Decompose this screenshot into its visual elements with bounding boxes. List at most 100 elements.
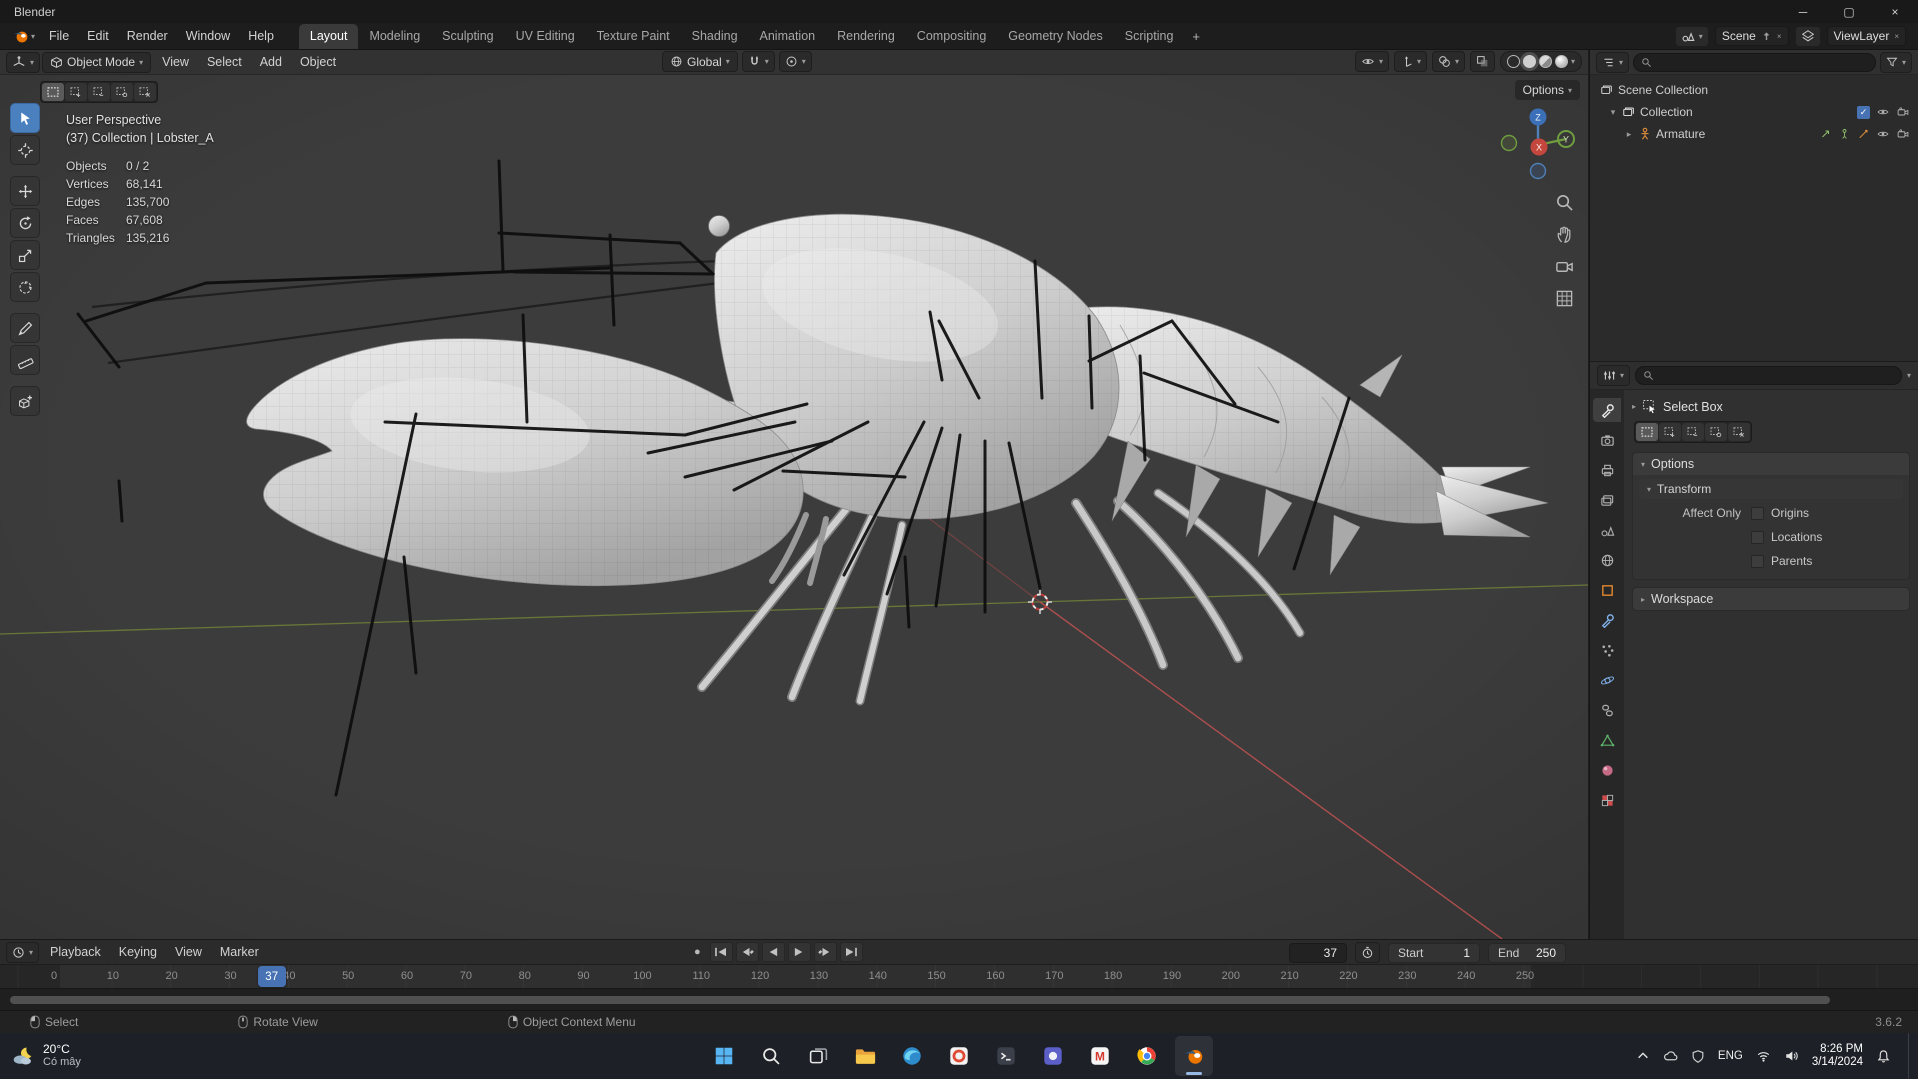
shading-material-button[interactable]: [1538, 55, 1552, 68]
shading-wireframe-button[interactable]: [1506, 55, 1520, 68]
timeline-editor-type-button[interactable]: ▾: [6, 941, 40, 963]
gizmo-z-neg-axis[interactable]: [1529, 162, 1547, 180]
next-keyframe-button[interactable]: [813, 942, 837, 962]
zoom-icon[interactable]: [1555, 193, 1574, 212]
hide-viewport-eye-icon[interactable]: [1876, 106, 1890, 118]
exclude-checkbox[interactable]: ✓: [1857, 105, 1870, 119]
tool-annotate[interactable]: [10, 313, 40, 343]
select-mode-new-button[interactable]: [1636, 423, 1658, 441]
viewport-3d[interactable]: Options ▾ User Perspective (37) Collecti…: [0, 75, 1588, 939]
tool-add-cube[interactable]: [10, 386, 40, 416]
taskbar-app-button-3[interactable]: [1034, 1036, 1072, 1076]
timeline-menu-marker[interactable]: Marker: [211, 940, 268, 965]
tool-rotate[interactable]: [10, 208, 40, 238]
tab-viewlayer-properties[interactable]: [1593, 488, 1621, 512]
outliner-row-armature[interactable]: ▸ Armature: [1590, 123, 1918, 145]
outliner-row-scene-collection[interactable]: Scene Collection: [1590, 79, 1918, 101]
menu-edit[interactable]: Edit: [78, 24, 118, 49]
locations-checkbox[interactable]: [1751, 530, 1764, 544]
jump-to-start-button[interactable]: [709, 942, 733, 962]
workspace-tab-shading[interactable]: Shading: [681, 24, 749, 49]
tab-world-properties[interactable]: [1593, 548, 1621, 572]
disable-render-camera-icon[interactable]: [1896, 128, 1910, 140]
collapse-icon[interactable]: ▾: [1608, 107, 1618, 118]
timeline-scrollbar[interactable]: [10, 996, 1830, 1004]
menu-window[interactable]: Window: [177, 24, 239, 49]
unlink-icon[interactable]: ×: [1894, 32, 1899, 41]
tab-particle-properties[interactable]: [1593, 638, 1621, 662]
playhead[interactable]: 37: [257, 966, 286, 987]
shading-solid-button[interactable]: [1522, 55, 1536, 68]
taskbar-app-button-2[interactable]: [987, 1036, 1025, 1076]
viewport-menu-select[interactable]: Select: [198, 50, 251, 75]
frame-start-field[interactable]: Start 1: [1388, 942, 1480, 963]
taskbar-start-button[interactable]: [705, 1036, 743, 1076]
tab-texture-properties[interactable]: [1593, 788, 1621, 812]
workspace-tab-modeling[interactable]: Modeling: [358, 24, 431, 49]
minimize-button[interactable]: ─: [1780, 0, 1826, 23]
taskbar-app-button-m[interactable]: M: [1081, 1036, 1119, 1076]
gizmos-dropdown[interactable]: ▾: [1393, 51, 1427, 72]
auto-keying-button[interactable]: ●: [694, 946, 701, 958]
taskbar-chrome-button[interactable]: [1128, 1036, 1166, 1076]
use-preview-range-button[interactable]: [1355, 942, 1380, 963]
timeline-menu-view[interactable]: View: [166, 940, 211, 965]
play-button[interactable]: [787, 942, 811, 962]
viewlayer-name-field[interactable]: ViewLayer ×: [1826, 26, 1906, 46]
frame-end-field[interactable]: End 250: [1488, 942, 1566, 963]
taskbar-edge-button[interactable]: [893, 1036, 931, 1076]
tray-speaker-icon[interactable]: [1784, 1049, 1799, 1063]
tray-shield-icon[interactable]: [1691, 1049, 1705, 1064]
outliner-filter-button[interactable]: ▾: [1879, 51, 1912, 73]
tab-modifier-properties[interactable]: [1593, 608, 1621, 632]
workspace-tab-animation[interactable]: Animation: [749, 24, 827, 49]
notification-bell-icon[interactable]: [1876, 1049, 1891, 1064]
select-mode-subtract-button[interactable]: [88, 83, 110, 101]
select-mode-subtract-button[interactable]: [1682, 423, 1704, 441]
camera-view-icon[interactable]: [1555, 257, 1574, 276]
taskbar-weather-widget[interactable]: 20°C Có mây: [0, 1043, 220, 1069]
close-button[interactable]: ×: [1872, 0, 1918, 23]
snapping-toggle[interactable]: ▾: [741, 51, 775, 72]
proportional-editing-toggle[interactable]: ▾: [778, 51, 812, 72]
current-frame-field[interactable]: 37: [1289, 942, 1347, 963]
add-workspace-button[interactable]: +: [1184, 29, 1208, 44]
tool-move[interactable]: [10, 176, 40, 206]
outliner-search-input[interactable]: [1633, 52, 1876, 72]
menu-help[interactable]: Help: [239, 24, 283, 49]
workspace-panel-header[interactable]: ▸ Workspace: [1633, 588, 1909, 610]
properties-editor-type-button[interactable]: ▾: [1597, 365, 1631, 386]
maximize-button[interactable]: ▢: [1826, 0, 1872, 23]
tool-transform[interactable]: [10, 272, 40, 302]
tab-scene-properties[interactable]: [1593, 518, 1621, 542]
tool-measure[interactable]: [10, 345, 40, 375]
tray-chevron-up-icon[interactable]: [1636, 1049, 1650, 1063]
shading-rendered-button[interactable]: [1554, 55, 1568, 68]
viewport-menu-view[interactable]: View: [153, 50, 198, 75]
tab-tool-properties[interactable]: [1593, 398, 1621, 422]
viewlayer-browse-button[interactable]: [1794, 25, 1821, 47]
viewport-menu-object[interactable]: Object: [291, 50, 345, 75]
workspace-tab-layout[interactable]: Layout: [298, 24, 359, 49]
tab-object-data-properties[interactable]: [1593, 728, 1621, 752]
options-panel-header[interactable]: ▾ Options: [1633, 453, 1909, 475]
blender-menu-button[interactable]: ▾: [8, 28, 40, 44]
workspace-tab-sculpting[interactable]: Sculpting: [431, 24, 504, 49]
outliner-row-collection[interactable]: ▾ Collection ✓: [1590, 101, 1918, 123]
tab-output-properties[interactable]: [1593, 458, 1621, 482]
menu-file[interactable]: File: [40, 24, 78, 49]
expand-icon[interactable]: ▸: [1624, 129, 1634, 140]
select-mode-invert-button[interactable]: [111, 83, 133, 101]
taskbar-explorer-button[interactable]: [846, 1036, 884, 1076]
properties-search-input[interactable]: [1635, 366, 1902, 385]
hide-viewport-eye-icon[interactable]: [1876, 128, 1890, 140]
unlink-icon[interactable]: ×: [1777, 32, 1782, 41]
workspace-tab-geometry-nodes[interactable]: Geometry Nodes: [997, 24, 1113, 49]
viewport-menu-add[interactable]: Add: [251, 50, 291, 75]
timeline-scrollbar-track[interactable]: [0, 988, 1918, 1010]
workspace-tab-scripting[interactable]: Scripting: [1114, 24, 1185, 49]
tool-select-box[interactable]: [10, 103, 40, 133]
ortho-grid-icon[interactable]: [1555, 289, 1574, 308]
jump-to-end-button[interactable]: [839, 942, 863, 962]
transform-orientation-dropdown[interactable]: Global ▾: [662, 51, 738, 72]
